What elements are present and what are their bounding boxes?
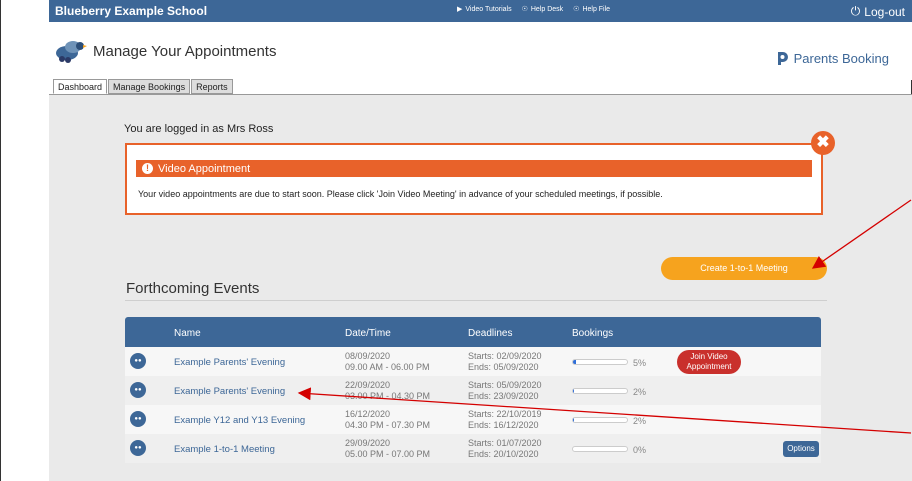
alert-header: ! Video Appointment: [136, 160, 812, 177]
logged-in-text: You are logged in as Mrs Ross: [124, 123, 274, 135]
table-row: ●● Example Parents' Evening 22/09/2020 03…: [125, 376, 821, 405]
options-button[interactable]: Options: [783, 441, 819, 457]
close-icon[interactable]: ✖: [811, 131, 835, 155]
progress-fill: [573, 360, 576, 364]
section-title: Forthcoming Events: [126, 280, 260, 297]
column-date-time: Date/Time: [345, 328, 391, 339]
column-bookings: Bookings: [572, 328, 614, 339]
event-name-link[interactable]: Example Y12 and Y13 Evening: [174, 415, 305, 426]
table-row: ●● Example Y12 and Y13 Evening 16/12/202…: [125, 405, 821, 434]
event-time: 09.00 AM - 06.00 PM: [345, 362, 430, 372]
brand-logo: Parents Booking: [775, 50, 889, 66]
bookings-progress-bar: [572, 359, 628, 365]
help-file-icon: ☉: [573, 6, 580, 13]
deadline-end: Ends: 16/12/2020: [468, 420, 539, 430]
dashboard-panel: You are logged in as Mrs Ross ! Video Ap…: [49, 94, 912, 481]
event-deadlines: Starts: 02/09/2020 Ends: 05/09/2020: [468, 351, 542, 373]
event-date-time: 22/09/2020 03.00 PM - 04.30 PM: [345, 380, 430, 402]
join-video-button[interactable]: Join Video Appointment: [677, 350, 741, 374]
column-deadlines: Deadlines: [468, 328, 513, 339]
tab-dashboard[interactable]: Dashboard: [53, 79, 108, 94]
deadline-start: Starts: 01/07/2020: [468, 438, 542, 448]
help-file-link[interactable]: ☉ Help File: [573, 5, 611, 14]
school-logo-icon: [56, 41, 87, 63]
bookings-percent: 0%: [633, 445, 647, 455]
column-name: Name: [174, 328, 201, 339]
event-date: 29/09/2020: [345, 438, 391, 448]
section-divider: [125, 300, 827, 301]
event-name-link[interactable]: Example Parents' Evening: [174, 386, 285, 397]
event-time: 04.30 PM - 07.30 PM: [345, 420, 431, 430]
create-meeting-button[interactable]: Create 1-to-1 Meeting: [661, 257, 827, 280]
event-date-time: 08/09/2020 09.00 AM - 06.00 PM: [345, 351, 430, 373]
event-date: 08/09/2020: [345, 351, 391, 361]
brand-name: Parents Booking: [793, 50, 889, 66]
group-icon: ●●: [130, 440, 146, 456]
video-alert-box: ! Video Appointment Your video appointme…: [125, 143, 823, 215]
progress-fill: [573, 418, 575, 422]
bookings-progress-bar: [572, 417, 628, 423]
help-desk-label: Help Desk: [530, 5, 564, 13]
video-tutorials-label: Video Tutorials: [465, 5, 512, 13]
deadline-start: Starts: 05/09/2020: [468, 380, 542, 390]
event-time: 05.00 PM - 07.00 PM: [345, 449, 431, 459]
help-file-label: Help File: [582, 5, 611, 13]
screenshot-frame: Blueberry Example School ▶ Video Tutoria…: [0, 0, 912, 481]
info-icon: !: [142, 163, 153, 174]
group-icon: ●●: [130, 382, 146, 398]
event-deadlines: Starts: 22/10/2019 Ends: 16/12/2020: [468, 409, 542, 431]
help-icon: ☉: [521, 6, 528, 13]
school-name: Blueberry Example School: [55, 4, 208, 18]
event-time: 03.00 PM - 04.30 PM: [345, 391, 431, 401]
help-desk-link[interactable]: ☉ Help Desk: [521, 5, 564, 14]
events-table: Name Date/Time Deadlines Bookings ●● Exa…: [125, 317, 821, 463]
bookings-percent: 2%: [633, 387, 647, 397]
video-camera-icon: ▶: [457, 6, 463, 13]
deadline-end: Ends: 23/09/2020: [468, 391, 539, 401]
page-title: Manage Your Appointments: [93, 43, 277, 60]
bookings-progress-bar: [572, 446, 628, 452]
bookings-percent: 2%: [633, 416, 647, 426]
deadline-end: Ends: 20/10/2020: [468, 449, 539, 459]
table-row: ●● Example Parents' Evening 08/09/2020 09…: [125, 347, 821, 376]
deadline-end: Ends: 05/09/2020: [468, 362, 539, 372]
event-name-link[interactable]: Example Parents' Evening: [174, 357, 285, 368]
tab-reports[interactable]: Reports: [191, 79, 233, 94]
progress-fill: [573, 389, 575, 393]
alert-title: Video Appointment: [158, 162, 251, 175]
parents-booking-logo-icon: [777, 52, 788, 65]
event-date-time: 16/12/2020 04.30 PM - 07.30 PM: [345, 409, 430, 431]
event-name-link[interactable]: Example 1-to-1 Meeting: [174, 444, 275, 455]
tab-manage-bookings[interactable]: Manage Bookings: [108, 79, 191, 94]
power-icon: ⏻: [850, 4, 861, 18]
deadline-start: Starts: 22/10/2019: [468, 409, 542, 419]
table-row: ●● Example 1-to-1 Meeting 29/09/2020 05.0…: [125, 434, 821, 463]
event-date: 16/12/2020: [345, 409, 391, 419]
bookings-progress-bar: [572, 388, 628, 394]
event-deadlines: Starts: 01/07/2020 Ends: 20/10/2020: [468, 438, 542, 460]
group-icon: ●●: [130, 411, 146, 427]
event-date: 22/09/2020: [345, 380, 391, 390]
logout-label: Log-out: [864, 4, 905, 19]
help-links: ▶ Video Tutorials ☉ Help Desk ☉ Help Fil…: [457, 5, 611, 14]
logout-link[interactable]: ⏻ Log-out: [851, 4, 905, 19]
event-deadlines: Starts: 05/09/2020 Ends: 23/09/2020: [468, 380, 542, 402]
table-header: Name Date/Time Deadlines Bookings: [125, 317, 821, 347]
group-icon: ●●: [130, 353, 146, 369]
top-bar: Blueberry Example School ▶ Video Tutoria…: [49, 0, 912, 22]
video-tutorials-link[interactable]: ▶ Video Tutorials: [457, 5, 512, 14]
event-date-time: 29/09/2020 05.00 PM - 07.00 PM: [345, 438, 430, 460]
alert-message: Your video appointments are due to start…: [138, 189, 663, 199]
tab-bar: Dashboard Manage Bookings Reports: [53, 79, 233, 94]
bookings-percent: 5%: [633, 358, 647, 368]
page-header: Manage Your Appointments Parents Booking: [49, 22, 912, 80]
deadline-start: Starts: 02/09/2020: [468, 351, 542, 361]
